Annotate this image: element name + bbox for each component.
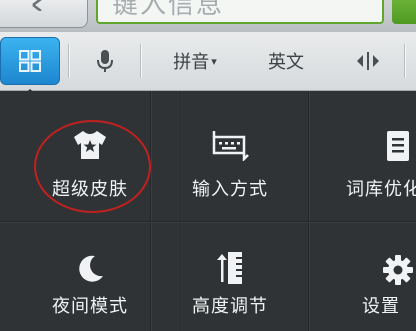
height-adjust-icon [217, 252, 242, 284]
cursor-move-button[interactable] [340, 32, 396, 90]
microphone-icon [97, 50, 113, 72]
gear-icon [383, 255, 413, 285]
message-input[interactable]: 键入信息 [96, 0, 384, 24]
menu-grid-button[interactable] [0, 37, 60, 85]
menu-item-label: 设置 [362, 296, 400, 317]
english-label: 英文 [268, 52, 304, 73]
toolbar-divider [404, 44, 405, 78]
menu-item-input-method[interactable]: 输入方式 [152, 91, 308, 221]
cursor-arrows-icon [357, 52, 379, 70]
back-arrow-icon [32, 0, 42, 11]
grid-divider [308, 91, 309, 331]
book-icon [387, 131, 409, 161]
top-input-bar: 键入信息 [0, 0, 416, 32]
menu-item-settings[interactable]: 设置 [310, 222, 416, 331]
chevron-down-icon: ▾ [211, 54, 217, 68]
back-button[interactable] [0, 0, 88, 28]
moon-icon [79, 255, 103, 282]
menu-item-label: 词库优化 [346, 179, 416, 200]
grid-icon [19, 50, 41, 72]
send-button[interactable] [392, 0, 416, 24]
voice-input-button[interactable] [76, 32, 134, 90]
toolbar-divider [140, 44, 141, 78]
highlight-annotation-circle [34, 120, 151, 213]
ime-toolbar: 拼音 ▾ 英文 [0, 32, 416, 91]
pinyin-label: 拼音 [173, 52, 210, 73]
menu-item-label: 输入方式 [192, 179, 268, 200]
keyboard-icon [212, 131, 249, 161]
toolbar-divider [68, 44, 69, 78]
menu-item-label: 高度调节 [192, 296, 268, 317]
input-placeholder: 键入信息 [112, 0, 225, 20]
pinyin-mode-button[interactable]: 拼音 ▾ [150, 32, 240, 90]
menu-item-height-adjust[interactable]: 高度调节 [152, 222, 308, 331]
menu-item-lexicon-optimize[interactable]: 词库优化 [310, 91, 416, 221]
english-mode-button[interactable]: 英文 [248, 32, 324, 90]
